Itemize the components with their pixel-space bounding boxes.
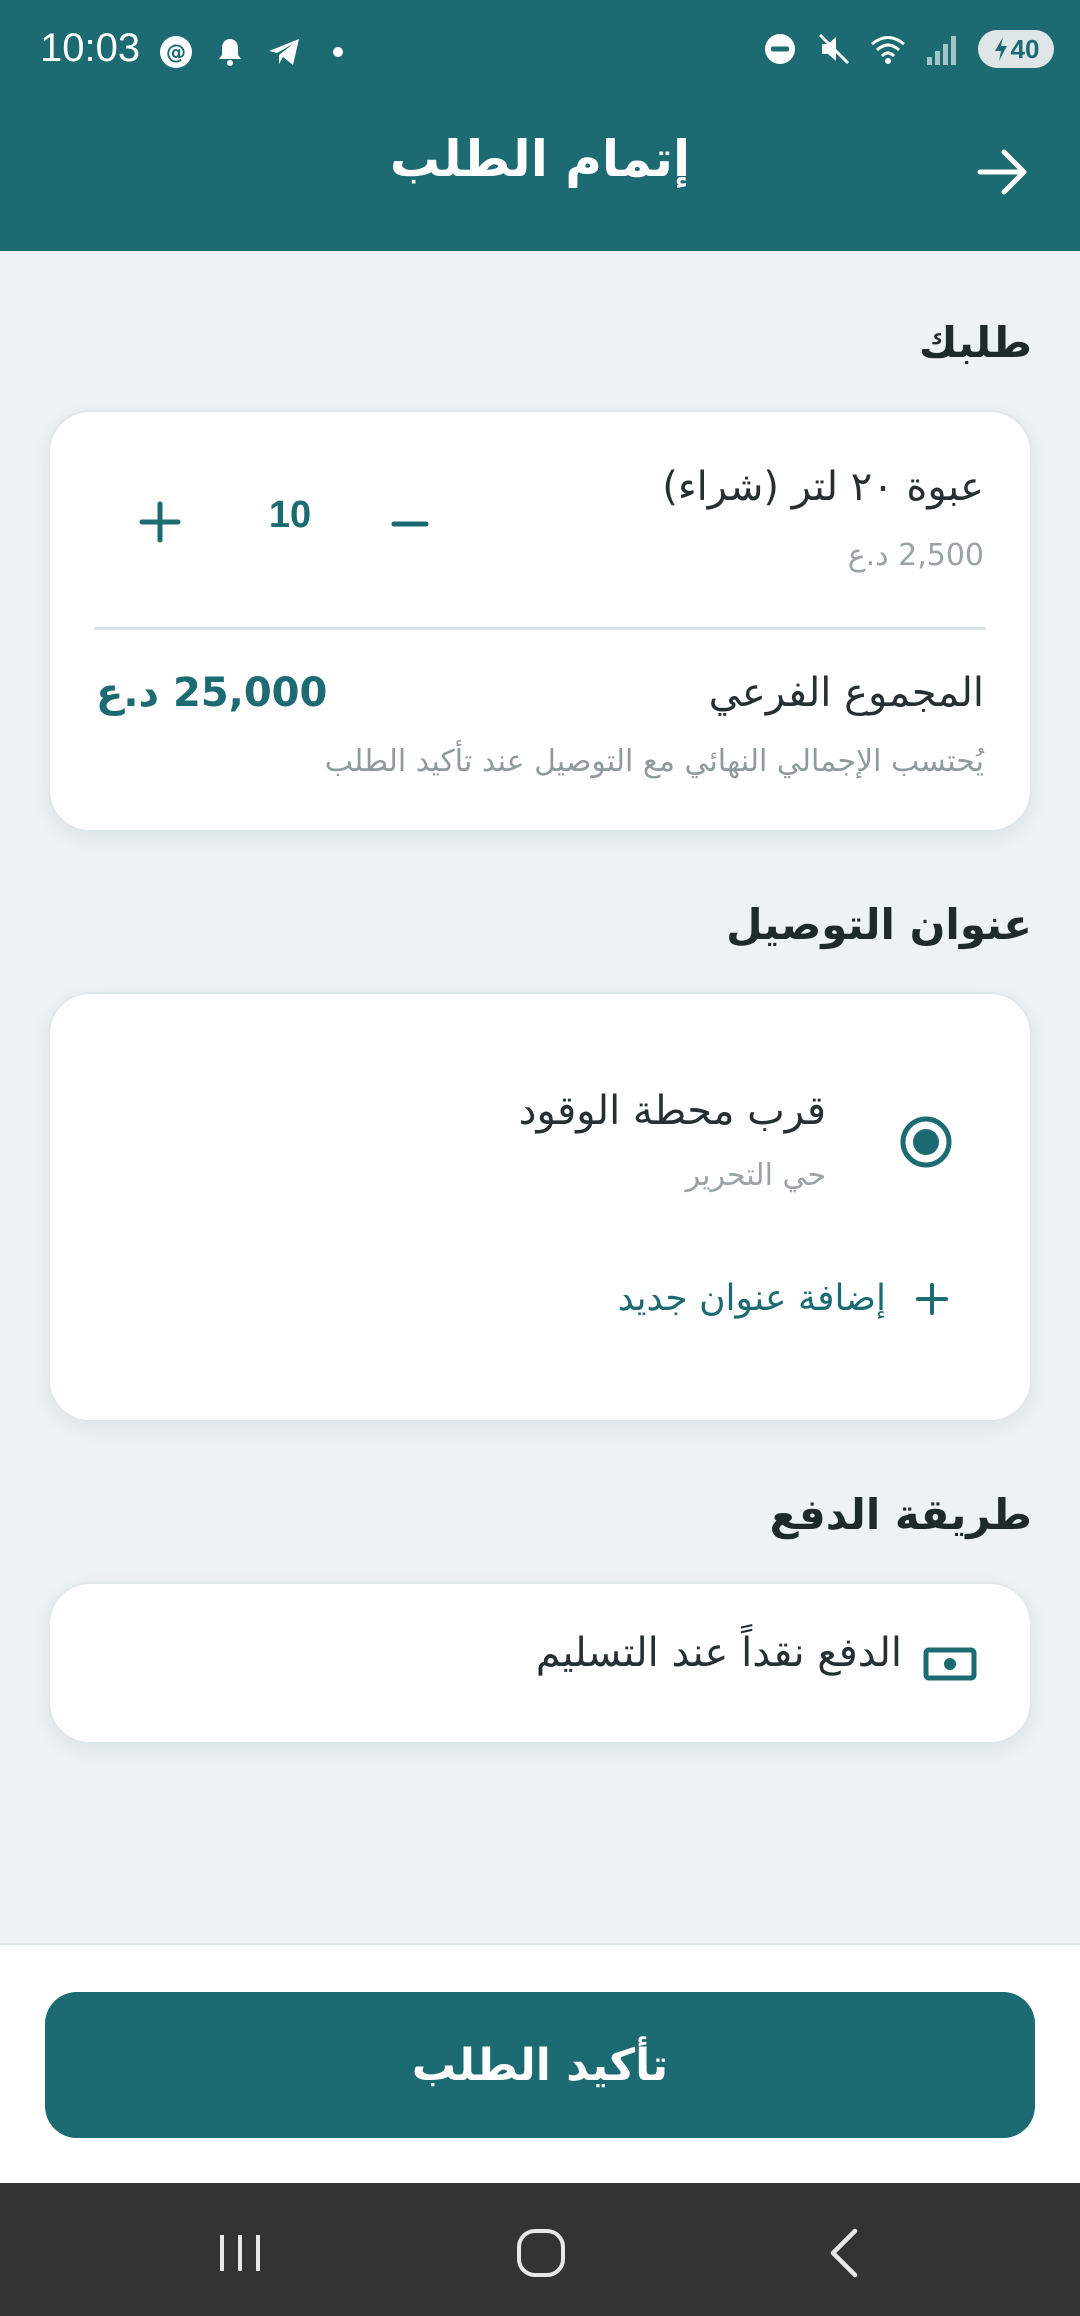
status-bar: 10:03 @ 40 [0, 0, 1080, 104]
subtotal-value: 25,000 د.ع [96, 670, 328, 716]
confirm-order-button[interactable]: تأكيد الطلب [45, 1992, 1035, 2138]
item-price: 2,500 د.ع [847, 538, 984, 573]
quantity-value: 10 [268, 494, 312, 536]
plus-icon [916, 1282, 948, 1315]
subtotal-label: المجموع الفرعي [708, 670, 984, 716]
order-section-title: طلبك [919, 318, 1032, 367]
threads-icon: @ [160, 36, 192, 68]
mute-icon [818, 33, 850, 65]
wifi-icon [871, 36, 905, 64]
item-name: عبوة ٢٠ لتر (شراء) [662, 464, 984, 510]
bottom-action-bar: تأكيد الطلب [0, 1943, 1080, 2183]
back-arrow-icon[interactable] [974, 144, 1030, 200]
battery-indicator: 40 [978, 30, 1054, 68]
payment-card[interactable]: الدفع نقداً عند التسليم [48, 1582, 1032, 1744]
address-radio-selected[interactable] [898, 1114, 954, 1170]
cash-icon [923, 1647, 977, 1681]
payment-section-title: طريقة الدفع [769, 1490, 1032, 1539]
telegram-icon [269, 39, 299, 65]
increase-quantity-button[interactable] [130, 492, 190, 552]
address-card: قرب محطة الوقود حي التحرير إضافة عنوان ج… [48, 992, 1032, 1422]
payment-method-label: الدفع نقداً عند التسليم [535, 1630, 902, 1676]
signal-icon [927, 36, 956, 65]
address-section-title: عنوان التوصيل [726, 900, 1032, 949]
battery-level: 40 [1010, 33, 1040, 64]
address-name: قرب محطة الوقود [518, 1088, 826, 1134]
more-dot-icon [333, 47, 343, 57]
status-time: 10:03 [40, 26, 141, 70]
address-area: حي التحرير [685, 1158, 826, 1193]
decrease-quantity-button[interactable] [380, 492, 440, 552]
order-card: عبوة ٢٠ لتر (شراء) 2,500 د.ع 10 المجموع … [48, 410, 1032, 832]
divider [94, 627, 986, 630]
charging-bolt-icon [994, 37, 1007, 61]
subtotal-note: يُحتسب الإجمالي النهائي مع التوصيل عند ت… [324, 744, 984, 779]
notification-bell-icon [219, 39, 241, 66]
recent-apps-icon[interactable] [210, 2223, 270, 2283]
page-title: إتمام الطلب [389, 130, 691, 188]
back-nav-icon[interactable] [815, 2223, 875, 2283]
add-address-label: إضافة عنوان جديد [617, 1278, 886, 1319]
system-navigation-bar [0, 2183, 1080, 2316]
do-not-disturb-icon [765, 34, 795, 64]
svg-text:@: @ [166, 40, 186, 64]
add-address-button[interactable]: إضافة عنوان جديد [618, 1278, 952, 1319]
home-icon[interactable] [511, 2223, 571, 2283]
app-header: 10:03 @ 40 إتمام الطلب [0, 0, 1080, 251]
checkout-screen: 10:03 @ 40 إتمام الطلب طلبك عبوة ٢٠ لتر … [0, 0, 1080, 2316]
